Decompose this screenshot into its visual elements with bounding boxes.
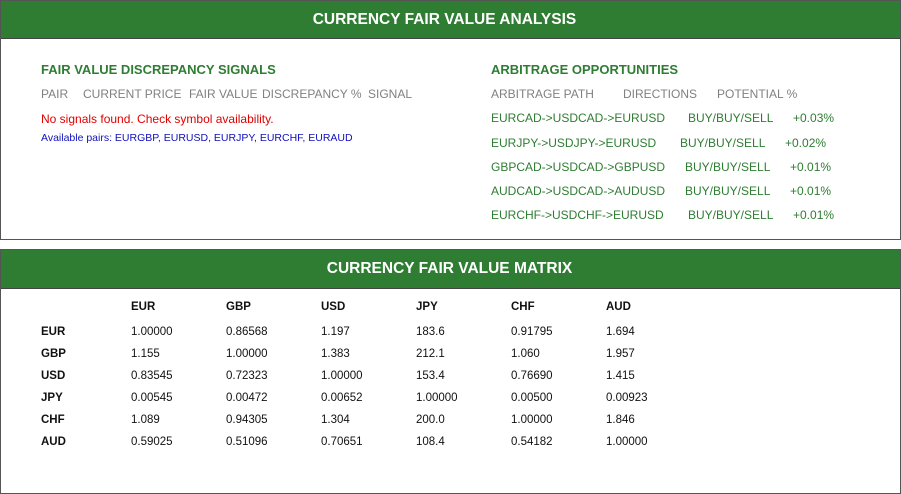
matrix-cell: 108.4 bbox=[416, 436, 445, 448]
matrix-cell: 0.91795 bbox=[511, 326, 553, 338]
matrix-cell: 0.00923 bbox=[606, 392, 648, 404]
matrix-col-header: EUR bbox=[131, 301, 156, 313]
matrix-header: CURRENCY FAIR VALUE MATRIX bbox=[1, 250, 900, 289]
arbitrage-potential: +0.03% bbox=[793, 111, 835, 125]
arbitrage-directions: BUY/BUY/SELL bbox=[688, 208, 774, 222]
matrix-cell: 1.957 bbox=[606, 348, 635, 360]
arbitrage-directions: BUY/BUY/SELL bbox=[685, 160, 771, 174]
available-pairs-text: Available pairs: EURGBP, EURUSD, EURJPY,… bbox=[41, 132, 353, 144]
arbitrage-path: EURCAD->USDCAD->EURUSD bbox=[491, 111, 666, 125]
matrix-col-header: GBP bbox=[226, 301, 251, 313]
matrix-cell: 1.00000 bbox=[321, 370, 363, 382]
matrix-cell: 0.51096 bbox=[226, 436, 268, 448]
fair-value-matrix-panel: CURRENCY FAIR VALUE MATRIX EUR GBP USD J… bbox=[0, 249, 901, 494]
matrix-cell: 1.00000 bbox=[606, 436, 648, 448]
matrix-cell: 1.00000 bbox=[511, 414, 553, 426]
arbitrage-path: EURJPY->USDJPY->EURUSD bbox=[491, 136, 657, 150]
matrix-cell: 1.089 bbox=[131, 414, 160, 426]
matrix-cell: 212.1 bbox=[416, 348, 445, 360]
signals-col-current-price: CURRENT PRICE bbox=[83, 87, 182, 101]
matrix-cell: 0.76690 bbox=[511, 370, 553, 382]
arbitrage-directions: BUY/BUY/SELL bbox=[680, 136, 766, 150]
arbitrage-directions: BUY/BUY/SELL bbox=[685, 184, 771, 198]
matrix-cell: 1.00000 bbox=[416, 392, 458, 404]
arbitrage-title: ARBITRAGE OPPORTUNITIES bbox=[491, 62, 679, 77]
matrix-cell: 0.00472 bbox=[226, 392, 268, 404]
matrix-row-label: JPY bbox=[41, 392, 63, 404]
arbitrage-directions: BUY/BUY/SELL bbox=[688, 111, 774, 125]
matrix-cell: 1.197 bbox=[321, 326, 350, 338]
arbitrage-path: GBPCAD->USDCAD->GBPUSD bbox=[491, 160, 666, 174]
matrix-cell: 1.383 bbox=[321, 348, 350, 360]
no-signals-message: No signals found. Check symbol availabil… bbox=[41, 112, 274, 126]
matrix-cell: 0.59025 bbox=[131, 436, 173, 448]
arbitrage-path: EURCHF->USDCHF->EURUSD bbox=[491, 208, 664, 222]
matrix-cell: 1.694 bbox=[606, 326, 635, 338]
matrix-cell: 0.86568 bbox=[226, 326, 268, 338]
arbitrage-potential: +0.01% bbox=[790, 184, 832, 198]
signals-col-pair: PAIR bbox=[41, 87, 69, 101]
analysis-header: CURRENCY FAIR VALUE ANALYSIS bbox=[1, 1, 900, 39]
matrix-cell: 0.70651 bbox=[321, 436, 363, 448]
matrix-row-label: AUD bbox=[41, 436, 66, 448]
arbitrage-col-potential: POTENTIAL % bbox=[717, 87, 798, 101]
matrix-cell: 1.304 bbox=[321, 414, 350, 426]
arbitrage-potential: +0.01% bbox=[790, 160, 832, 174]
matrix-cell: 0.00652 bbox=[321, 392, 363, 404]
signals-col-signal: SIGNAL bbox=[368, 87, 413, 101]
matrix-col-header: JPY bbox=[416, 301, 438, 313]
matrix-cell: 1.846 bbox=[606, 414, 635, 426]
matrix-cell: 0.00545 bbox=[131, 392, 173, 404]
signals-col-discrepancy: DISCREPANCY % bbox=[262, 87, 362, 101]
arbitrage-path: AUDCAD->USDCAD->AUDUSD bbox=[491, 184, 666, 198]
matrix-col-header: USD bbox=[321, 301, 346, 313]
matrix-cell: 183.6 bbox=[416, 326, 445, 338]
matrix-col-header: CHF bbox=[511, 301, 535, 313]
matrix-row-label: GBP bbox=[41, 348, 66, 360]
signals-title: FAIR VALUE DISCREPANCY SIGNALS bbox=[41, 62, 276, 77]
matrix-row-label: EUR bbox=[41, 326, 66, 338]
matrix-cell: 200.0 bbox=[416, 414, 445, 426]
arbitrage-potential: +0.01% bbox=[793, 208, 835, 222]
matrix-cell: 0.54182 bbox=[511, 436, 553, 448]
arbitrage-col-path: ARBITRAGE PATH bbox=[491, 87, 594, 101]
matrix-cell: 0.94305 bbox=[226, 414, 268, 426]
fair-value-analysis-panel: CURRENCY FAIR VALUE ANALYSIS FAIR VALUE … bbox=[0, 0, 901, 240]
matrix-cell: 1.00000 bbox=[226, 348, 268, 360]
arbitrage-potential: +0.02% bbox=[785, 136, 827, 150]
matrix-col-header: AUD bbox=[606, 301, 631, 313]
arbitrage-col-directions: DIRECTIONS bbox=[623, 87, 698, 101]
matrix-row-label: USD bbox=[41, 370, 66, 382]
signals-col-fair-value: FAIR VALUE bbox=[189, 87, 258, 101]
matrix-row-label: CHF bbox=[41, 414, 65, 426]
matrix-cell: 0.83545 bbox=[131, 370, 173, 382]
matrix-cell: 1.00000 bbox=[131, 326, 173, 338]
matrix-cell: 1.415 bbox=[606, 370, 635, 382]
matrix-cell: 153.4 bbox=[416, 370, 445, 382]
matrix-cell: 1.155 bbox=[131, 348, 160, 360]
matrix-cell: 1.060 bbox=[511, 348, 540, 360]
matrix-cell: 0.00500 bbox=[511, 392, 553, 404]
matrix-cell: 0.72323 bbox=[226, 370, 268, 382]
